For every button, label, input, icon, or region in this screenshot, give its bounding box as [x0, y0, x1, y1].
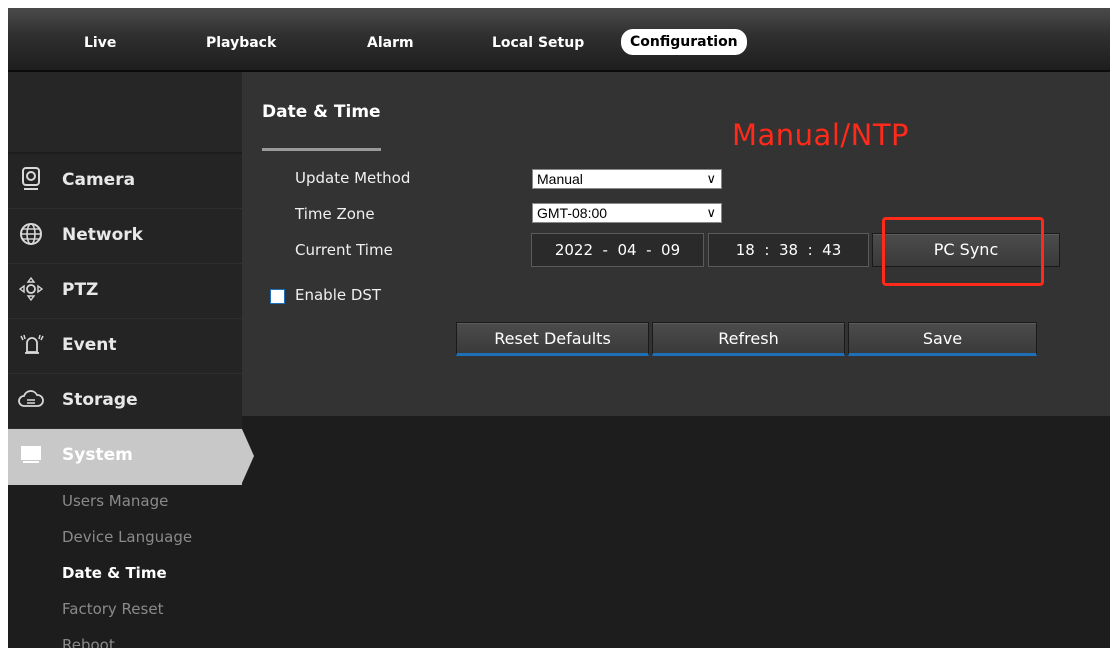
- app-frame: Live Playback Alarm Local Setup Configur…: [8, 8, 1110, 648]
- sidebar-item-camera[interactable]: Camera: [8, 154, 242, 210]
- date-input[interactable]: 2022 - 04 - 09: [531, 233, 704, 267]
- nav-configuration[interactable]: Configuration: [621, 29, 747, 55]
- event-alarm-icon: [18, 331, 44, 361]
- nav-playback[interactable]: Playback: [206, 32, 276, 54]
- time-zone-label: Time Zone: [295, 205, 375, 223]
- subitem-date-time[interactable]: Date & Time: [62, 564, 167, 582]
- subitem-users-manage[interactable]: Users Manage: [62, 492, 168, 510]
- storage-cloud-icon: [18, 386, 44, 416]
- update-method-select[interactable]: Manual ∨: [532, 169, 722, 189]
- sidebar-item-label: Event: [62, 335, 117, 355]
- time-input[interactable]: 18 : 38 : 43: [708, 233, 869, 267]
- nav-live[interactable]: Live: [84, 32, 116, 54]
- nav-alarm[interactable]: Alarm: [367, 32, 414, 54]
- subitem-reboot[interactable]: Reboot: [62, 636, 115, 648]
- sidebar-item-label: Camera: [62, 170, 136, 190]
- title-underline: [262, 148, 381, 151]
- enable-dst-label: Enable DST: [295, 286, 382, 304]
- sidebar-item-storage[interactable]: Storage: [8, 374, 242, 430]
- time-zone-select[interactable]: GMT-08:00 ∨: [532, 203, 722, 223]
- nav-local-setup[interactable]: Local Setup: [492, 32, 584, 54]
- sidebar-item-event[interactable]: Event: [8, 319, 242, 375]
- subitem-factory-reset[interactable]: Factory Reset: [62, 600, 163, 618]
- sidebar-item-label: PTZ: [62, 280, 99, 300]
- sidebar: Camera Network PTZ Event Storage System …: [8, 72, 254, 648]
- sidebar-item-network[interactable]: Network: [8, 209, 242, 265]
- network-globe-icon: [18, 221, 44, 251]
- chevron-down-icon: ∨: [706, 205, 716, 220]
- sidebar-item-system[interactable]: System: [8, 429, 254, 485]
- monitor-icon: [18, 441, 44, 471]
- sidebar-item-label: Network: [62, 225, 143, 245]
- pc-sync-button[interactable]: PC Sync: [872, 233, 1060, 267]
- update-method-label: Update Method: [295, 169, 411, 187]
- current-time-label: Current Time: [295, 241, 393, 259]
- sidebar-item-label: System: [62, 445, 133, 465]
- date-time-panel: Date & Time Manual/NTP Update Method Man…: [242, 72, 1110, 416]
- chevron-down-icon: ∨: [706, 171, 716, 186]
- sidebar-item-ptz[interactable]: PTZ: [8, 264, 242, 320]
- ptz-arrows-icon: [18, 276, 44, 306]
- update-method-value: Manual: [537, 171, 583, 187]
- sidebar-header: [8, 72, 242, 152]
- camera-icon: [18, 166, 44, 196]
- sidebar-item-label: Storage: [62, 390, 138, 410]
- annotation-text: Manual/NTP: [732, 118, 910, 152]
- subitem-device-language[interactable]: Device Language: [62, 528, 192, 546]
- reset-defaults-button[interactable]: Reset Defaults: [456, 322, 649, 356]
- enable-dst-checkbox[interactable]: [270, 289, 285, 304]
- page-title: Date & Time: [262, 102, 381, 122]
- top-nav: Live Playback Alarm Local Setup Configur…: [8, 8, 1110, 72]
- time-zone-value: GMT-08:00: [537, 205, 608, 221]
- refresh-button[interactable]: Refresh: [652, 322, 845, 356]
- save-button[interactable]: Save: [848, 322, 1037, 356]
